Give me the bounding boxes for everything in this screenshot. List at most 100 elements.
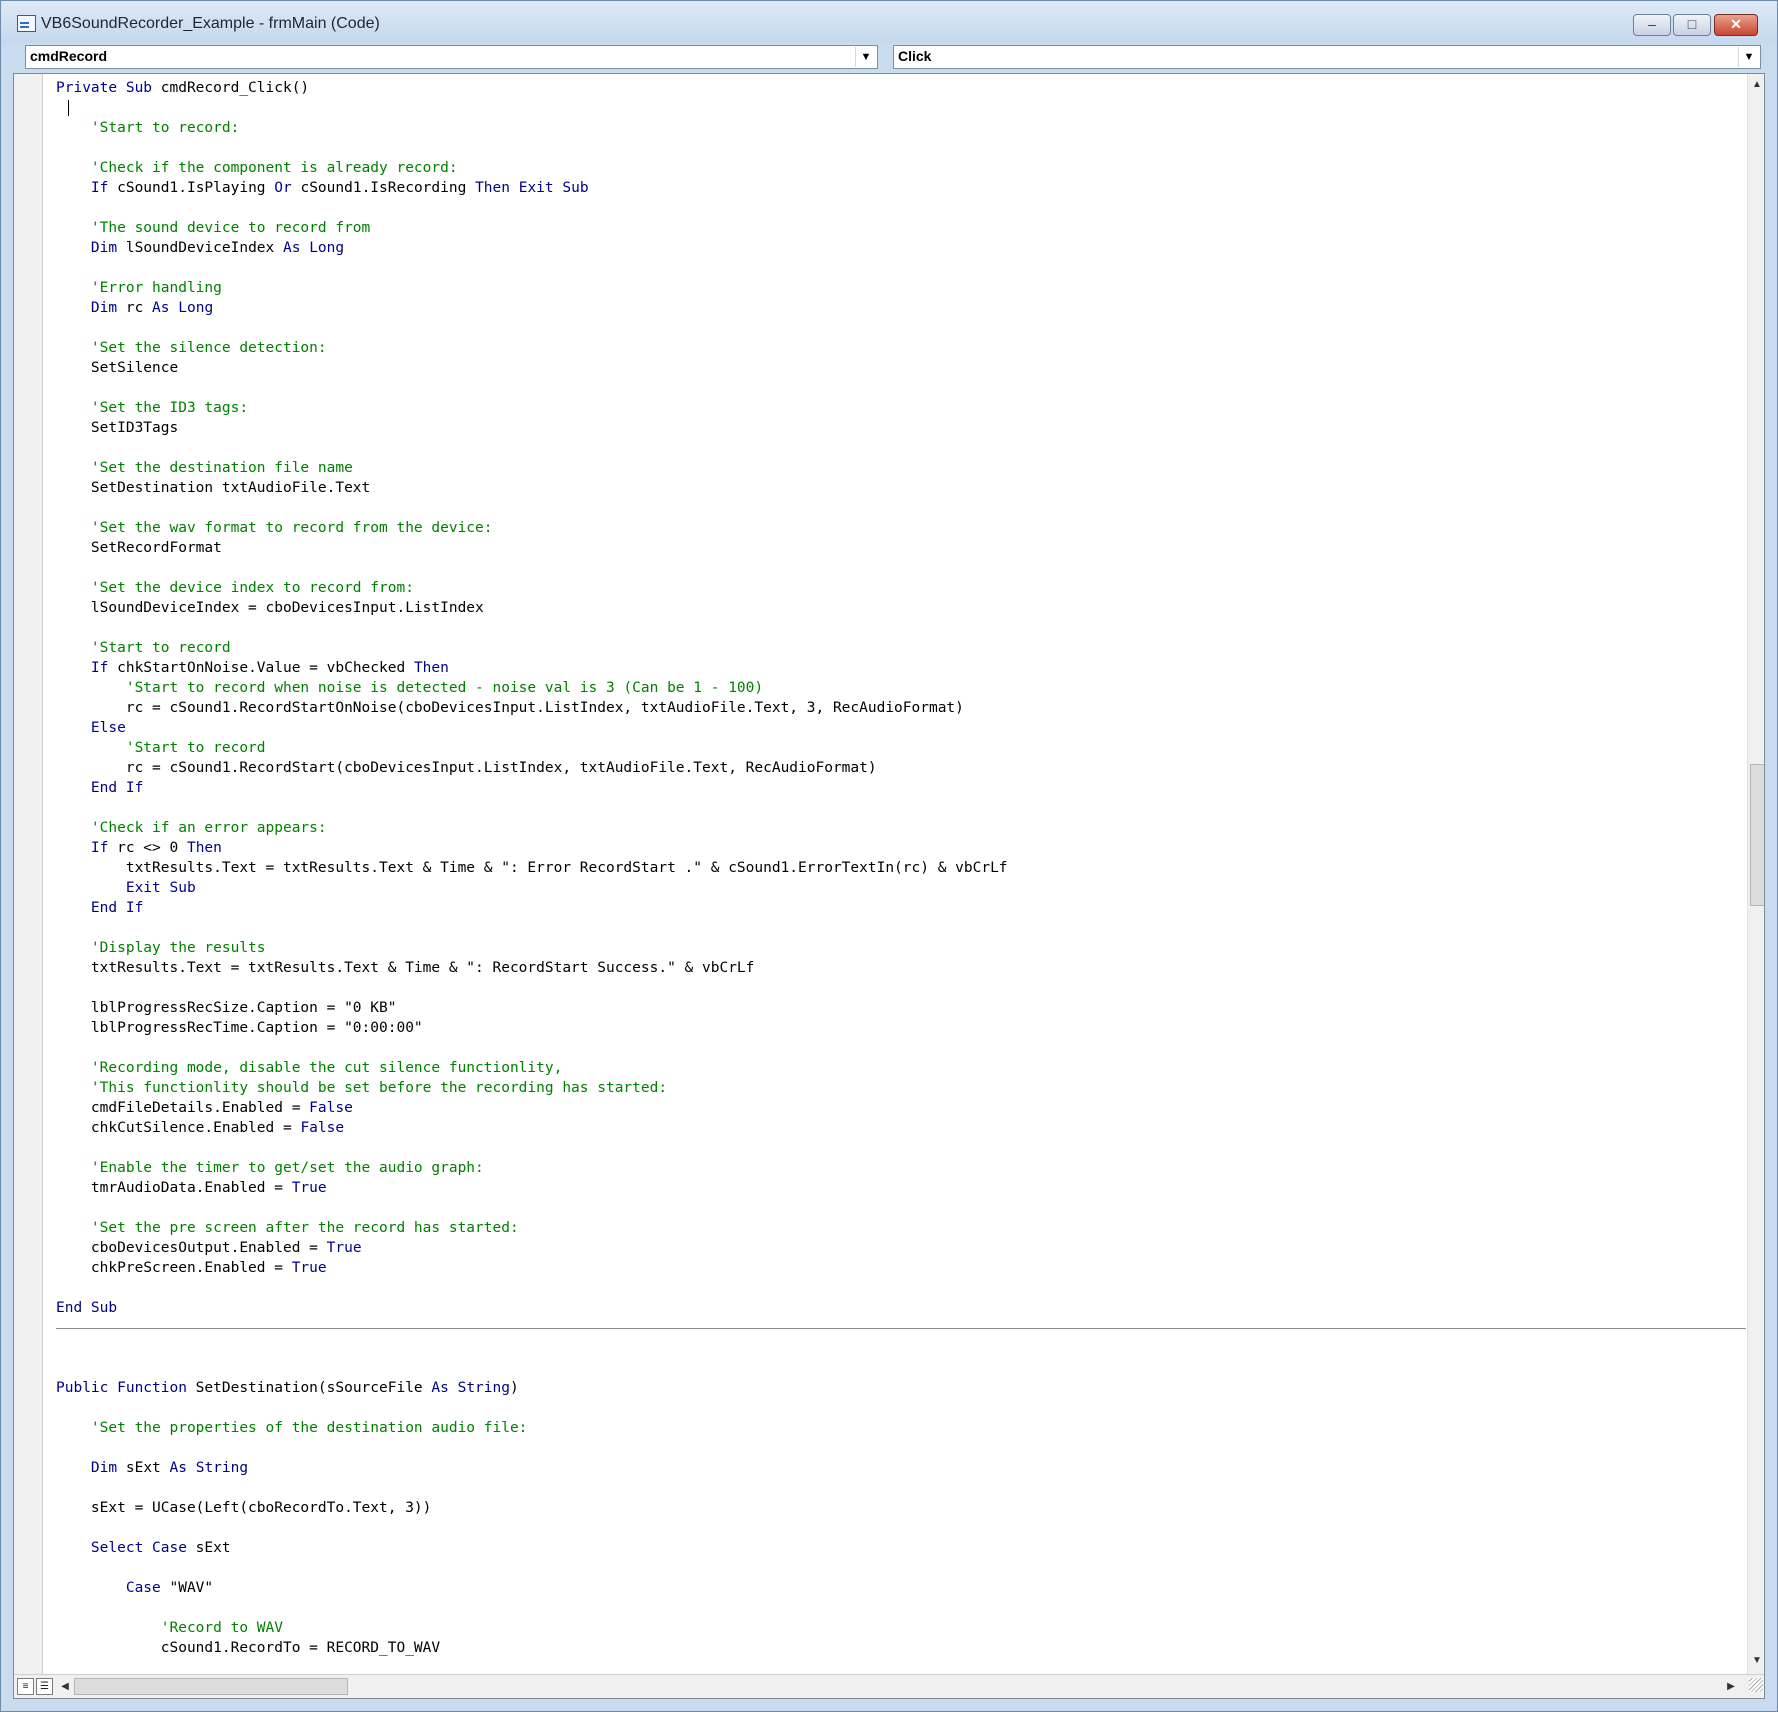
code-line[interactable] — [56, 258, 1746, 278]
code-line[interactable] — [56, 1558, 1746, 1578]
code-line[interactable] — [56, 498, 1746, 518]
code-line[interactable] — [56, 198, 1746, 218]
code-line[interactable] — [56, 1038, 1746, 1058]
code-line[interactable]: 'Set the destination file name — [56, 458, 1746, 478]
code-line[interactable]: lblProgressRecSize.Caption = "0 KB" — [56, 998, 1746, 1018]
code-line[interactable]: Public Function SetDestination(sSourceFi… — [56, 1378, 1746, 1398]
code-line[interactable]: End Sub — [56, 1298, 1746, 1318]
code-line[interactable] — [56, 1358, 1746, 1378]
code-line[interactable]: 'Set the device index to record from: — [56, 578, 1746, 598]
code-line[interactable]: 'Record to WAV — [56, 1618, 1746, 1638]
horizontal-scroll-thumb[interactable] — [74, 1678, 348, 1695]
code-line[interactable]: 'Recording mode, disable the cut silence… — [56, 1058, 1746, 1078]
code-line[interactable]: rc = cSound1.RecordStart(cboDevicesInput… — [56, 758, 1746, 778]
code-line[interactable]: cboDevicesOutput.Enabled = True — [56, 1238, 1746, 1258]
code-line[interactable] — [56, 558, 1746, 578]
code-line[interactable] — [56, 1338, 1746, 1358]
code-line[interactable]: 'Set the properties of the destination a… — [56, 1418, 1746, 1438]
code-line[interactable]: 'Start to record: — [56, 118, 1746, 138]
code-line[interactable]: 'Set the silence detection: — [56, 338, 1746, 358]
vb-code-window-icon[interactable] — [17, 15, 36, 32]
code-line[interactable]: cmdFileDetails.Enabled = False — [56, 1098, 1746, 1118]
code-line[interactable]: If chkStartOnNoise.Value = vbChecked The… — [56, 658, 1746, 678]
code-line[interactable]: Else — [56, 718, 1746, 738]
code-line[interactable]: 'Set the wav format to record from the d… — [56, 518, 1746, 538]
code-line[interactable]: SetSilence — [56, 358, 1746, 378]
code-line[interactable]: txtResults.Text = txtResults.Text & Time… — [56, 858, 1746, 878]
code-line[interactable]: End If — [56, 778, 1746, 798]
code-line[interactable]: Dim rc As Long — [56, 298, 1746, 318]
code-line[interactable] — [56, 378, 1746, 398]
code-line[interactable]: If rc <> 0 Then — [56, 838, 1746, 858]
chevron-down-icon[interactable]: ▼ — [1738, 47, 1759, 67]
code-line[interactable] — [56, 618, 1746, 638]
code-line[interactable] — [56, 318, 1746, 338]
code-line[interactable]: Dim lSoundDeviceIndex As Long — [56, 238, 1746, 258]
code-line[interactable] — [56, 1278, 1746, 1298]
procedure-view-button[interactable]: ≡ — [17, 1678, 34, 1695]
code-line[interactable]: sExt = UCase(Left(cboRecordTo.Text, 3)) — [56, 1498, 1746, 1518]
code-line[interactable]: 'Start to record — [56, 738, 1746, 758]
code-line[interactable]: 'Enable the timer to get/set the audio g… — [56, 1158, 1746, 1178]
code-line[interactable]: chkCutSilence.Enabled = False — [56, 1118, 1746, 1138]
code-line[interactable]: lblProgressRecTime.Caption = "0:00:00" — [56, 1018, 1746, 1038]
code-line[interactable]: 'Start to record — [56, 638, 1746, 658]
code-line[interactable]: SetDestination txtAudioFile.Text — [56, 478, 1746, 498]
code-line[interactable]: 'Set the pre screen after the record has… — [56, 1218, 1746, 1238]
full-module-view-button[interactable]: ☰ — [36, 1678, 53, 1695]
chevron-down-icon[interactable]: ▼ — [855, 47, 876, 67]
code-line[interactable] — [56, 798, 1746, 818]
code-line[interactable]: txtResults.Text = txtResults.Text & Time… — [56, 958, 1746, 978]
code-line[interactable]: Exit Sub — [56, 878, 1746, 898]
code-line[interactable] — [56, 1598, 1746, 1618]
scroll-up-arrow-icon[interactable]: ▲ — [1749, 76, 1764, 94]
code-line[interactable]: End If — [56, 898, 1746, 918]
title-bar[interactable]: VB6SoundRecorder_Example - frmMain (Code… — [1, 1, 1777, 43]
vertical-scroll-thumb[interactable] — [1750, 764, 1764, 906]
maximize-button[interactable]: □ — [1673, 14, 1711, 36]
code-line[interactable]: 'Display the results — [56, 938, 1746, 958]
code-line[interactable] — [56, 138, 1746, 158]
code-line[interactable] — [56, 1198, 1746, 1218]
code-line[interactable]: 'Start to record when noise is detected … — [56, 678, 1746, 698]
code-line[interactable]: tmrAudioData.Enabled = True — [56, 1178, 1746, 1198]
minimize-button[interactable]: – — [1633, 14, 1671, 36]
code-line[interactable]: 'Check if the component is already recor… — [56, 158, 1746, 178]
vertical-scrollbar[interactable]: ▲ ▼ — [1747, 74, 1764, 1674]
code-line[interactable]: 'The sound device to record from — [56, 218, 1746, 238]
code-line[interactable]: lSoundDeviceIndex = cboDevicesInput.List… — [56, 598, 1746, 618]
code-line[interactable] — [56, 1438, 1746, 1458]
code-line[interactable]: Dim sExt As String — [56, 1458, 1746, 1478]
code-line[interactable]: 'This functionlity should be set before … — [56, 1078, 1746, 1098]
code-line[interactable]: 'Error handling — [56, 278, 1746, 298]
code-line[interactable] — [56, 98, 1746, 118]
code-line[interactable] — [56, 1138, 1746, 1158]
code-line[interactable]: Private Sub cmdRecord_Click() — [56, 78, 1746, 98]
code-line[interactable] — [56, 1518, 1746, 1538]
close-button[interactable]: ✕ — [1714, 14, 1758, 36]
code-editor[interactable]: Private Sub cmdRecord_Click() 'Start to … — [13, 73, 1765, 1699]
code-line[interactable] — [56, 918, 1746, 938]
code-line[interactable]: Case "WAV" — [56, 1578, 1746, 1598]
code-line[interactable] — [56, 1478, 1746, 1498]
scroll-left-arrow-icon[interactable]: ◀ — [58, 1679, 72, 1695]
code-line[interactable]: Select Case sExt — [56, 1538, 1746, 1558]
scroll-right-arrow-icon[interactable]: ▶ — [1724, 1679, 1738, 1695]
code-line[interactable]: rc = cSound1.RecordStartOnNoise(cboDevic… — [56, 698, 1746, 718]
resize-grip-icon[interactable] — [1749, 1678, 1763, 1692]
code-line[interactable] — [56, 978, 1746, 998]
margin-indicator-bar[interactable] — [14, 74, 43, 1674]
code-line[interactable] — [56, 438, 1746, 458]
code-line[interactable]: SetID3Tags — [56, 418, 1746, 438]
code-line[interactable] — [56, 1398, 1746, 1418]
object-dropdown[interactable]: cmdRecord ▼ — [25, 45, 878, 69]
code-line[interactable]: SetRecordFormat — [56, 538, 1746, 558]
code-line[interactable]: If cSound1.IsPlaying Or cSound1.IsRecord… — [56, 178, 1746, 198]
procedure-dropdown[interactable]: Click ▼ — [893, 45, 1761, 69]
scroll-down-arrow-icon[interactable]: ▼ — [1749, 1652, 1764, 1670]
code-line[interactable]: chkPreScreen.Enabled = True — [56, 1258, 1746, 1278]
code-line[interactable]: cSound1.RecordTo = RECORD_TO_WAV — [56, 1638, 1746, 1658]
code-line[interactable]: 'Check if an error appears: — [56, 818, 1746, 838]
code-line[interactable]: 'Set the ID3 tags: — [56, 398, 1746, 418]
code-area[interactable]: Private Sub cmdRecord_Click() 'Start to … — [56, 78, 1746, 1674]
